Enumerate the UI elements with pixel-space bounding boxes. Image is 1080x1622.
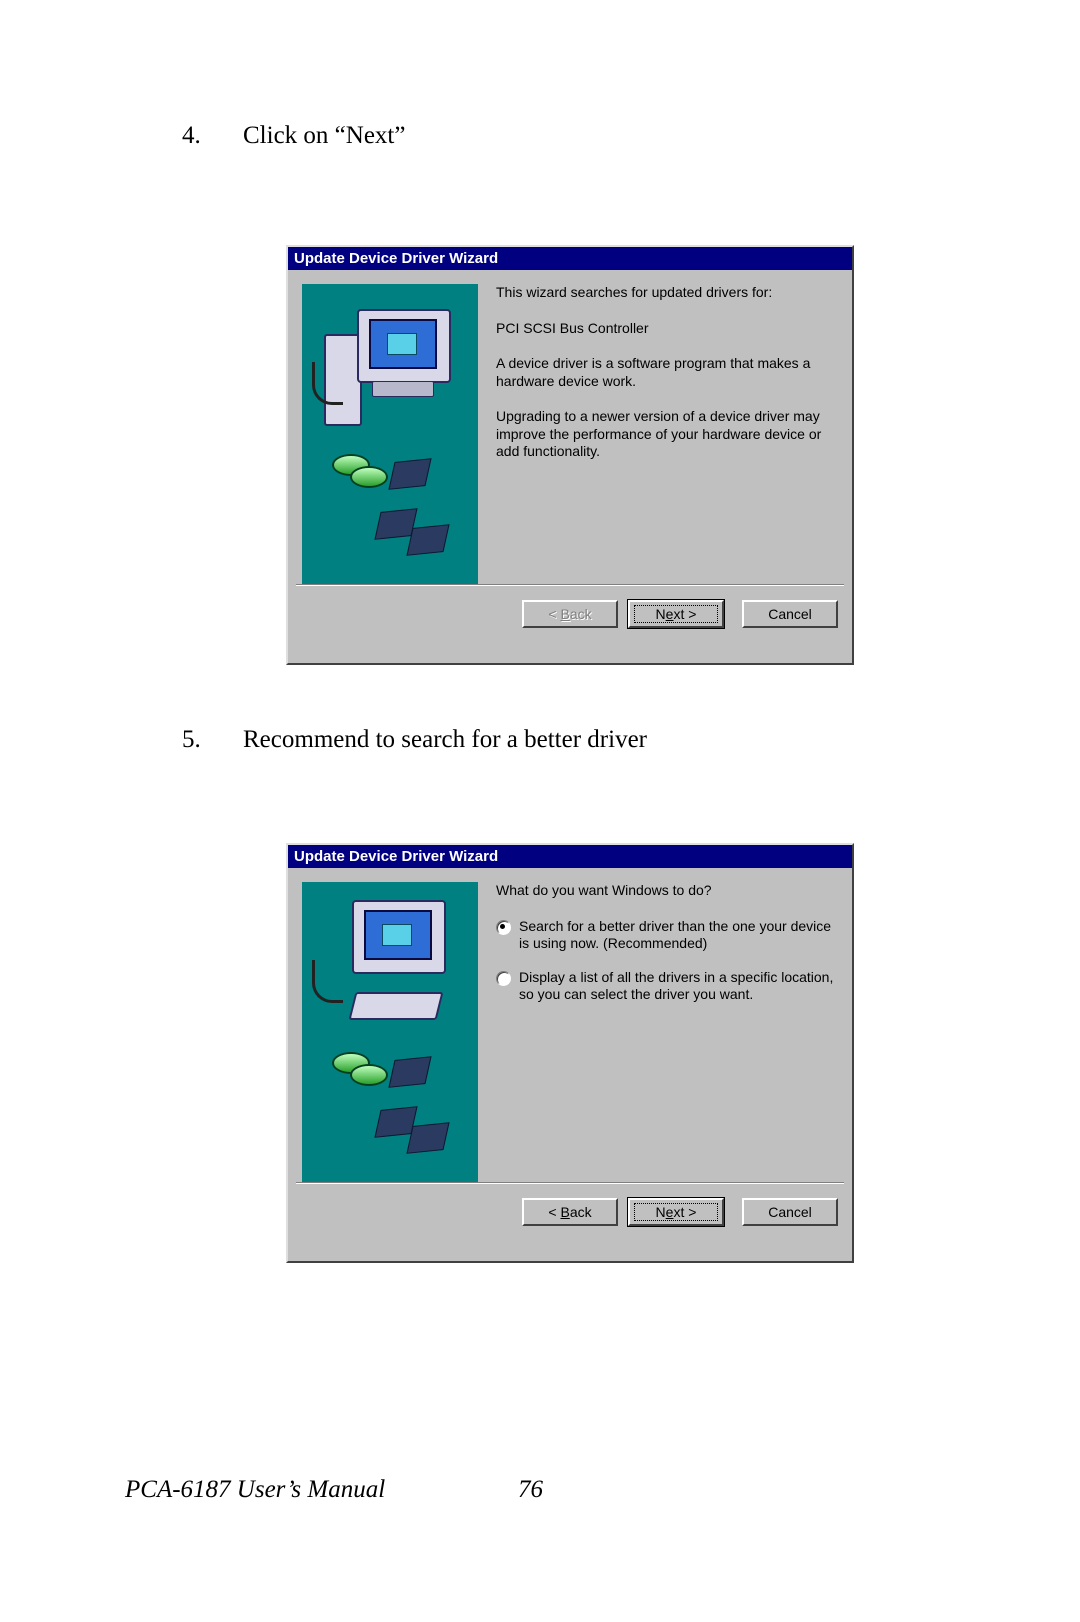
- step-number-4: 4.: [182, 122, 201, 150]
- back-suffix: ack: [570, 606, 592, 622]
- cancel-label: Cancel: [768, 1204, 812, 1220]
- next-suffix: xt >: [673, 606, 696, 622]
- next-button[interactable]: Next >: [628, 1198, 724, 1226]
- cancel-label: Cancel: [768, 606, 812, 622]
- back-button[interactable]: < Back: [522, 1198, 618, 1226]
- dialog-text: What do you want Windows to do? Search f…: [496, 882, 838, 1182]
- option-label: Display a list of all the drivers in a s…: [519, 969, 838, 1004]
- back-accel: B: [560, 1204, 569, 1220]
- dialog-title: Update Device Driver Wizard: [288, 845, 852, 868]
- step-text-4: Click on “Next”: [243, 122, 405, 150]
- back-suffix: ack: [570, 1204, 592, 1220]
- device-name-text: PCI SCSI Bus Controller: [496, 320, 838, 338]
- back-accel: B: [560, 606, 569, 622]
- wizard-dialog-1: Update Device Driver Wizard This wizard …: [286, 245, 854, 665]
- wizard-graphic-icon: [302, 284, 478, 584]
- wizard-graphic-icon: [302, 882, 478, 1182]
- footer-manual-title: PCA-6187 User’s Manual: [125, 1476, 385, 1504]
- wizard-intro-text: This wizard searches for updated drivers…: [496, 284, 838, 302]
- radio-icon: [496, 920, 511, 935]
- wizard-dialog-2: Update Device Driver Wizard What do you …: [286, 843, 854, 1263]
- button-row: < Back Next > Cancel: [288, 586, 852, 642]
- footer-page-number: 76: [518, 1476, 543, 1504]
- next-prefix: N: [656, 1204, 666, 1220]
- radio-icon: [496, 971, 511, 986]
- dialog-title: Update Device Driver Wizard: [288, 247, 852, 270]
- next-prefix: N: [656, 606, 666, 622]
- document-page: 4. Click on “Next” Update Device Driver …: [0, 0, 1080, 1622]
- option-display-list[interactable]: Display a list of all the drivers in a s…: [496, 969, 838, 1004]
- step-text-5: Recommend to search for a better driver: [243, 726, 647, 754]
- cancel-button[interactable]: Cancel: [742, 600, 838, 628]
- driver-definition-text: A device driver is a software program th…: [496, 355, 838, 390]
- button-row: < Back Next > Cancel: [288, 1184, 852, 1240]
- option-label: Search for a better driver than the one …: [519, 918, 838, 953]
- step-number-5: 5.: [182, 726, 201, 754]
- back-prefix: <: [548, 606, 560, 622]
- cancel-button[interactable]: Cancel: [742, 1198, 838, 1226]
- dialog-body: This wizard searches for updated drivers…: [288, 270, 852, 584]
- back-button: < Back: [522, 600, 618, 628]
- option-search-better[interactable]: Search for a better driver than the one …: [496, 918, 838, 953]
- back-prefix: <: [548, 1204, 560, 1220]
- upgrade-note-text: Upgrading to a newer version of a device…: [496, 408, 838, 461]
- next-button[interactable]: Next >: [628, 600, 724, 628]
- next-suffix: xt >: [673, 1204, 696, 1220]
- dialog-text: This wizard searches for updated drivers…: [496, 284, 838, 584]
- prompt-text: What do you want Windows to do?: [496, 882, 838, 900]
- dialog-body: What do you want Windows to do? Search f…: [288, 868, 852, 1182]
